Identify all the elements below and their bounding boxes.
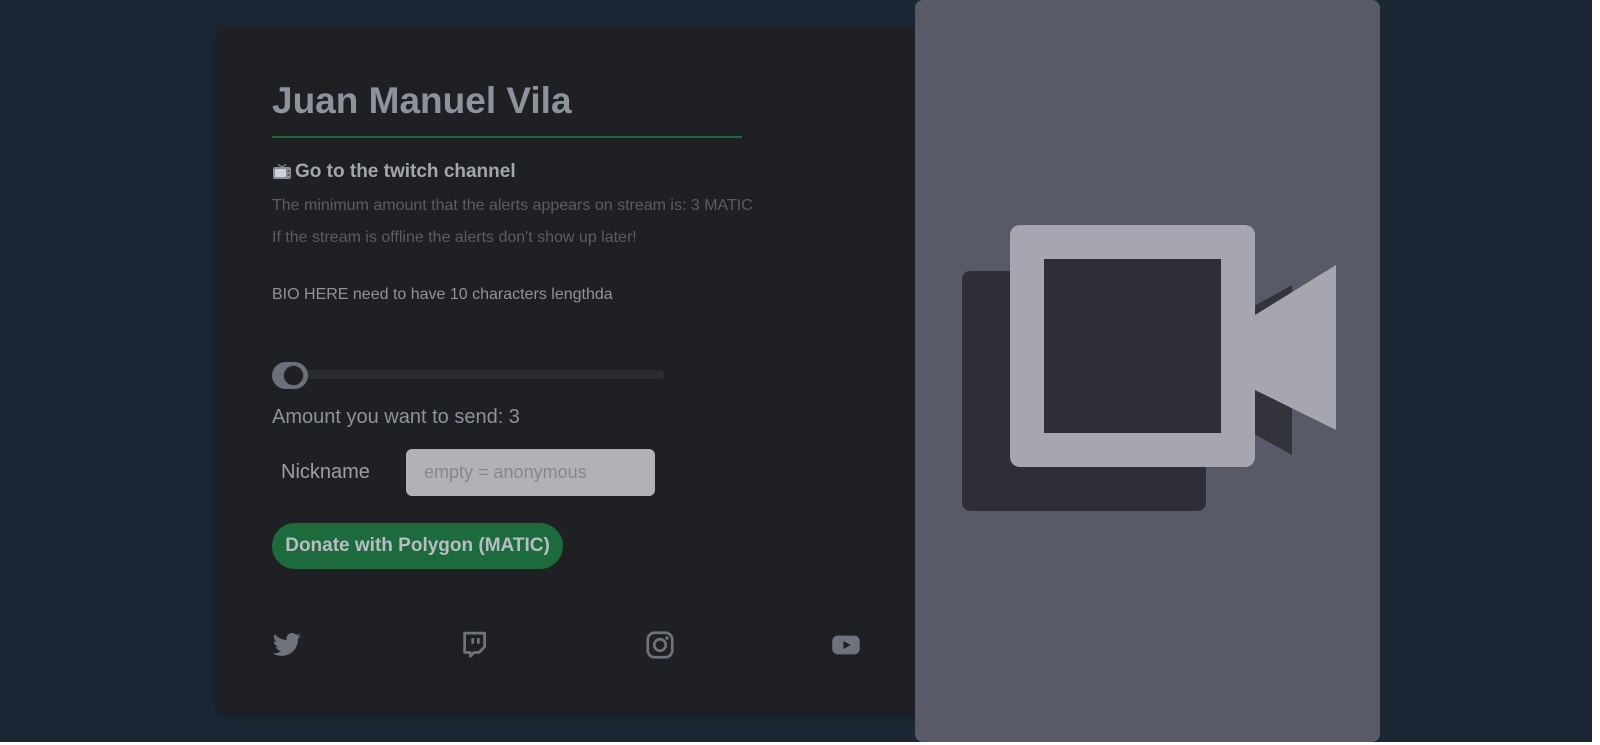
amount-slider-thumb[interactable] (272, 362, 308, 389)
donate-button[interactable]: Donate with Polygon (MATIC) (272, 523, 563, 569)
twitch-channel-link[interactable]: Go to the twitch channel (272, 161, 516, 183)
streamer-name: Juan Manuel Vila (272, 80, 572, 121)
amount-slider-track[interactable] (275, 370, 665, 379)
amount-readout: Amount you want to send: 3 (272, 406, 520, 428)
streamer-bio: BIO HERE need to have 10 characters leng… (272, 286, 613, 303)
instagram-icon[interactable] (645, 630, 675, 660)
slider-knob (283, 365, 304, 386)
video-camera-icon (962, 225, 1342, 520)
twitter-icon[interactable] (272, 630, 302, 660)
video-preview-panel (915, 0, 1380, 742)
title-divider (272, 136, 742, 138)
youtube-icon[interactable] (831, 630, 861, 660)
nickname-input[interactable] (406, 449, 655, 496)
min-amount-notice: The minimum amount that the alerts appea… (272, 197, 753, 214)
offline-notice: If the stream is offline the alerts don'… (272, 229, 637, 246)
twitch-icon[interactable] (459, 630, 489, 660)
tv-icon (272, 163, 292, 181)
nickname-label: Nickname (281, 461, 370, 483)
twitch-link-label: Go to the twitch channel (295, 161, 516, 182)
